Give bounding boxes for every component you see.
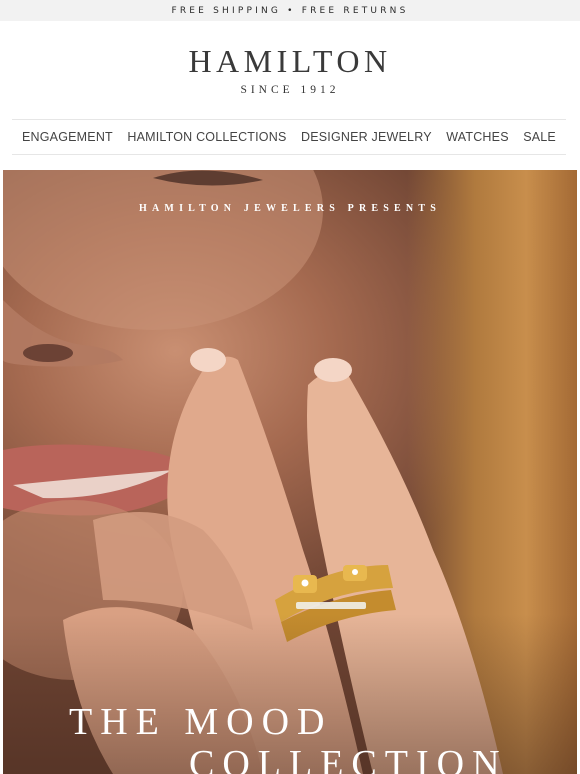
nav-item-designer-jewelry[interactable]: DESIGNER JEWELRY [301, 130, 432, 144]
nav-item-hamilton-collections[interactable]: HAMILTON COLLECTIONS [127, 130, 286, 144]
announcement-text: FREE SHIPPING • FREE RETURNS [171, 5, 409, 16]
hero-headline-line2: COLLECTION [189, 743, 508, 774]
nav-item-sale[interactable]: SALE [523, 130, 556, 144]
hero-headline-line1: THE MOOD [69, 701, 333, 743]
brand-logo[interactable]: HAMILTON SINCE 1912 [0, 44, 580, 96]
nav-item-engagement[interactable]: ENGAGEMENT [22, 130, 113, 144]
main-nav: ENGAGEMENT HAMILTON COLLECTIONS DESIGNER… [12, 119, 566, 155]
announcement-bar: FREE SHIPPING • FREE RETURNS [0, 0, 580, 21]
brand-name: HAMILTON [188, 43, 392, 79]
hero-banner[interactable]: HAMILTON JEWELERS PRESENTS THE MOOD COLL… [3, 170, 577, 774]
hero-eyebrow: HAMILTON JEWELERS PRESENTS [139, 203, 441, 214]
nav-item-watches[interactable]: WATCHES [446, 130, 509, 144]
brand-since: SINCE 1912 [240, 84, 340, 96]
